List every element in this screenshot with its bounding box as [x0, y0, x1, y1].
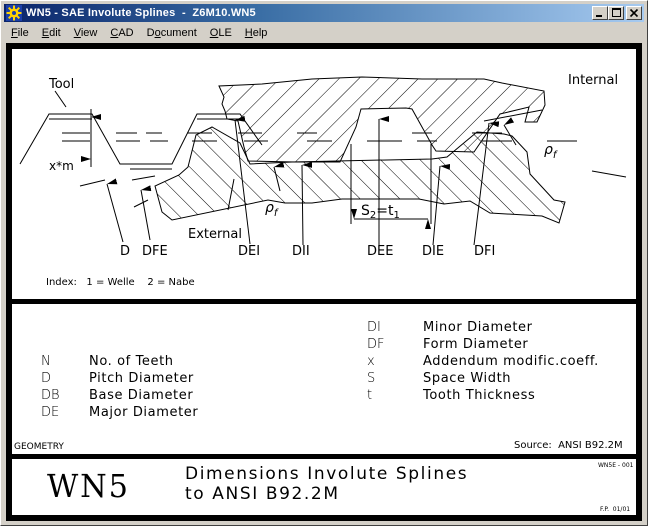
menu-bar: File Edit View CAD Document OLE Help	[4, 23, 644, 42]
drawing-code: WN5	[47, 467, 130, 505]
legend-abbr: DE	[41, 405, 60, 420]
legend-desc: Minor Diameter	[423, 320, 533, 335]
label-DFI: DFI	[474, 244, 495, 259]
label-DIE: DIE	[422, 244, 444, 259]
legend-desc: Pitch Diameter	[89, 371, 194, 386]
title-bar[interactable]: WN5 - SAE Involute Splines - Z6M10.WN5	[4, 4, 644, 22]
app-window: WN5 - SAE Involute Splines - Z6M10.WN5 F…	[0, 0, 648, 526]
close-icon	[629, 8, 639, 18]
menu-view[interactable]: View	[67, 27, 104, 39]
drawing-title-line1: Dimensions Involute Splines	[185, 464, 469, 484]
menu-file-rest: ile	[17, 26, 29, 39]
title-block: WN5 Dimensions Involute Splines to ANSI …	[12, 459, 636, 515]
label-D: D	[120, 244, 130, 259]
menu-cad[interactable]: CAD	[103, 27, 139, 39]
label-DFE: DFE	[142, 244, 168, 259]
sheet-id: WN5E - 001	[598, 462, 634, 469]
minimize-button[interactable]	[592, 6, 608, 20]
menu-edit[interactable]: Edit	[35, 27, 67, 39]
maximize-icon	[612, 8, 621, 17]
legend-desc: Form Diameter	[423, 337, 529, 352]
legend-abbr: N	[41, 354, 51, 369]
legend-desc: No. of Teeth	[89, 354, 174, 369]
menu-help[interactable]: Help	[238, 27, 274, 39]
source-label: Source: ANSI B92.2M	[514, 440, 623, 451]
menu-document[interactable]: Document	[140, 27, 203, 39]
window-title: WN5 - SAE Involute Splines - Z6M10.WN5	[26, 7, 256, 19]
label-DEE: DEE	[367, 244, 393, 259]
menu-ole[interactable]: OLE	[203, 27, 238, 39]
legend-abbr: DB	[41, 388, 60, 403]
spline-drawing-panel: Tool Internal External x*m ρf ρf S2=t1 D…	[12, 49, 636, 299]
legend-abbr: S	[367, 371, 376, 386]
legend-desc: Space Width	[423, 371, 512, 386]
index-note: Index: 1 = Welle 2 = Nabe	[46, 277, 195, 288]
legend-desc: Addendum modific.coeff.	[423, 354, 599, 369]
legend-abbr: DF	[367, 337, 385, 352]
legend-desc: Major Diameter	[89, 405, 199, 420]
label-internal: Internal	[568, 73, 618, 88]
app-icon	[6, 5, 22, 21]
section-label: GEOMETRY	[14, 442, 64, 452]
legend-panel: N No. of Teeth D Pitch Diameter DB Base …	[12, 304, 636, 454]
label-external: External	[188, 227, 242, 242]
legend-abbr: x	[367, 354, 375, 369]
spline-profile-drawing: Tool Internal External x*m ρf ρf S2=t1 D…	[19, 73, 627, 288]
legend-abbr: DI	[367, 320, 381, 335]
label-s2-t1: S2=t1	[361, 203, 400, 221]
cad-canvas[interactable]: Tool Internal External x*m ρf ρf S2=t1 D…	[6, 43, 642, 521]
close-button[interactable]	[626, 6, 642, 20]
label-tool: Tool	[48, 77, 74, 92]
legend-abbr: t	[367, 388, 373, 403]
label-DII: DII	[292, 244, 310, 259]
legend-desc: Tooth Thickness	[423, 388, 536, 403]
legend-desc: Base Diameter	[89, 388, 194, 403]
legend-abbr: D	[41, 371, 52, 386]
label-pf-left: ρf	[265, 200, 279, 219]
revision: F.P. 01/01	[600, 506, 631, 513]
label-pf-right: ρf	[544, 142, 558, 161]
label-DEI: DEI	[238, 244, 260, 259]
maximize-button[interactable]	[608, 6, 624, 20]
menu-file[interactable]: File	[4, 27, 35, 39]
drawing-title-line2: to ANSI B92.2M	[185, 484, 340, 504]
label-xm: x*m	[49, 159, 74, 173]
minimize-icon	[596, 15, 602, 17]
